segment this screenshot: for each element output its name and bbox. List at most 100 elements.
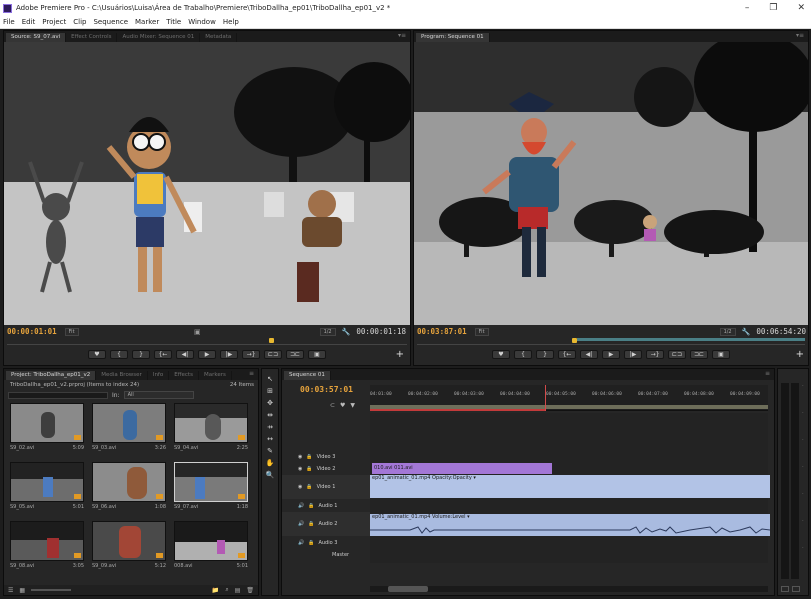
- go-to-out-button[interactable]: →}: [646, 350, 664, 359]
- panel-menu-icon[interactable]: ≡: [249, 370, 254, 377]
- speaker-icon[interactable]: 🔊: [298, 521, 304, 527]
- export-frame-button[interactable]: ▣: [308, 350, 326, 359]
- overwrite-button[interactable]: ⊐⊏: [286, 350, 304, 359]
- bin-item[interactable]: 008.avi 5:01: [174, 521, 248, 569]
- sequence-timecode[interactable]: 00:03:57:01: [300, 385, 353, 394]
- rolling-edit-tool-icon[interactable]: ⇹: [267, 411, 273, 419]
- mark-in-button[interactable]: {: [514, 350, 532, 359]
- new-bin-icon[interactable]: 📁: [212, 587, 219, 594]
- selection-tool-icon[interactable]: ↖: [267, 375, 273, 383]
- maximize-button[interactable]: ❐: [769, 3, 777, 13]
- lock-icon[interactable]: 🔒: [306, 454, 312, 460]
- menu-clip[interactable]: Clip: [73, 18, 86, 26]
- button-editor-icon[interactable]: +: [796, 349, 804, 360]
- program-fit-dropdown[interactable]: Fit: [474, 327, 489, 336]
- program-timeruler[interactable]: [417, 338, 805, 345]
- insert-button[interactable]: ⊏⊐: [264, 350, 282, 359]
- tab-program[interactable]: Program: Sequence 01: [416, 33, 490, 42]
- marker-icon[interactable]: ♥: [340, 402, 345, 409]
- panel-menu-icon[interactable]: ▾≡: [398, 32, 406, 39]
- audio2-clip[interactable]: ep01_animatic_01.mp4 Volume:Level ▾: [370, 514, 770, 536]
- tab-effect-controls[interactable]: Effect Controls: [66, 33, 118, 42]
- button-editor-icon[interactable]: +: [396, 349, 404, 360]
- menu-file[interactable]: File: [3, 18, 15, 26]
- video1-clip[interactable]: ep01_animatic_01.mp4 Opacity:Opacity ▾: [370, 475, 770, 498]
- rate-stretch-tool-icon[interactable]: ⇸: [267, 423, 273, 431]
- lock-icon[interactable]: 🔒: [308, 503, 314, 509]
- list-view-icon[interactable]: ☰: [8, 587, 13, 594]
- add-marker-button[interactable]: ♥: [492, 350, 510, 359]
- tab-markers[interactable]: Markers: [199, 371, 232, 380]
- track-header-master[interactable]: Master: [282, 549, 370, 561]
- mark-in-button[interactable]: {: [110, 350, 128, 359]
- delete-icon[interactable]: 🗑: [246, 587, 254, 594]
- zoom-slider[interactable]: [31, 589, 72, 591]
- lock-icon[interactable]: 🔒: [308, 540, 314, 546]
- project-search-input[interactable]: [8, 391, 108, 399]
- go-to-in-button[interactable]: {←: [154, 350, 172, 359]
- step-forward-button[interactable]: |▶: [624, 350, 642, 359]
- tab-info[interactable]: Info: [148, 371, 170, 380]
- tab-sequence[interactable]: Sequence 01: [284, 371, 331, 380]
- program-settings-icon[interactable]: 🔧: [742, 328, 751, 336]
- slip-tool-icon[interactable]: ↔: [267, 435, 273, 443]
- menu-title[interactable]: Title: [166, 18, 181, 26]
- source-playhead-marker[interactable]: [269, 338, 274, 343]
- solo-left-button[interactable]: [781, 586, 789, 592]
- bin-item[interactable]: S9_08.avi 3:05: [10, 521, 84, 569]
- tab-media-browser[interactable]: Media Browser: [96, 371, 148, 380]
- step-back-button[interactable]: ◀|: [176, 350, 194, 359]
- menu-edit[interactable]: Edit: [22, 18, 36, 26]
- mark-out-button[interactable]: }: [132, 350, 150, 359]
- track-header-audio1[interactable]: 🔊 🔒 Audio 1: [282, 500, 370, 512]
- pen-tool-icon[interactable]: ✎: [267, 447, 273, 455]
- export-frame-button[interactable]: ▣: [712, 350, 730, 359]
- eye-icon[interactable]: ◉: [298, 466, 302, 472]
- track-header-video2[interactable]: ◉ 🔒 Video 2: [282, 463, 370, 475]
- tab-audio-mixer[interactable]: Audio Mixer: Sequence 01: [117, 33, 201, 42]
- find-icon[interactable]: ⌕: [225, 586, 228, 594]
- timeline-horizontal-scrollbar[interactable]: [370, 586, 768, 592]
- video2-clip[interactable]: 010.avi 011.avi: [372, 463, 552, 474]
- play-button[interactable]: ▶: [602, 350, 620, 359]
- minimize-button[interactable]: –: [745, 3, 750, 13]
- menu-window[interactable]: Window: [188, 18, 216, 26]
- step-back-button[interactable]: ◀|: [580, 350, 598, 359]
- source-settings-icon[interactable]: 🔧: [342, 328, 351, 336]
- extract-button[interactable]: ⊐⊏: [690, 350, 708, 359]
- close-button[interactable]: ✕: [797, 3, 805, 13]
- speaker-icon[interactable]: 🔊: [298, 503, 304, 509]
- bin-item[interactable]: S9_07.avi 1:18: [174, 462, 248, 510]
- track-select-tool-icon[interactable]: ⊞: [267, 387, 273, 395]
- program-playhead-marker[interactable]: [572, 338, 577, 343]
- lock-icon[interactable]: 🔒: [306, 484, 312, 490]
- search-in-dropdown[interactable]: All: [123, 391, 194, 399]
- program-current-timecode[interactable]: 00:03:87:01: [417, 327, 467, 336]
- go-to-out-button[interactable]: →}: [242, 350, 260, 359]
- menu-help[interactable]: Help: [223, 18, 239, 26]
- tab-metadata[interactable]: Metadata: [200, 33, 238, 42]
- play-button[interactable]: ▶: [198, 350, 216, 359]
- step-forward-button[interactable]: |▶: [220, 350, 238, 359]
- program-work-area-bar[interactable]: [577, 338, 805, 341]
- tab-project[interactable]: Project: TriboDallha_ep01_v2: [6, 371, 97, 380]
- panel-menu-icon[interactable]: ≡: [765, 370, 770, 377]
- bin-item[interactable]: S9_05.avi 5:01: [10, 462, 84, 510]
- add-marker-button[interactable]: ♥: [88, 350, 106, 359]
- panel-menu-icon[interactable]: ▾≡: [796, 32, 804, 39]
- solo-right-button[interactable]: [792, 586, 800, 592]
- program-video-frame[interactable]: [414, 42, 808, 325]
- bin-item[interactable]: S9_04.avi 2:25: [174, 403, 248, 451]
- program-resolution-dropdown[interactable]: 1/2: [719, 327, 736, 336]
- source-video-frame[interactable]: [4, 42, 410, 325]
- source-resolution-dropdown[interactable]: 1/2: [319, 327, 336, 336]
- track-header-video3[interactable]: ◉ 🔒 Video 3: [282, 451, 370, 463]
- lock-icon[interactable]: 🔒: [306, 466, 312, 472]
- add-marker-icon[interactable]: ▼: [350, 402, 355, 409]
- menu-sequence[interactable]: Sequence: [93, 18, 128, 26]
- track-header-audio3[interactable]: 🔊 🔒 Audio 3: [282, 537, 370, 549]
- timeline-playhead[interactable]: [545, 385, 546, 411]
- menu-marker[interactable]: Marker: [135, 18, 159, 26]
- snap-icon[interactable]: ⊂: [330, 402, 335, 409]
- bin-item[interactable]: S9_06.avi 1:08: [92, 462, 166, 510]
